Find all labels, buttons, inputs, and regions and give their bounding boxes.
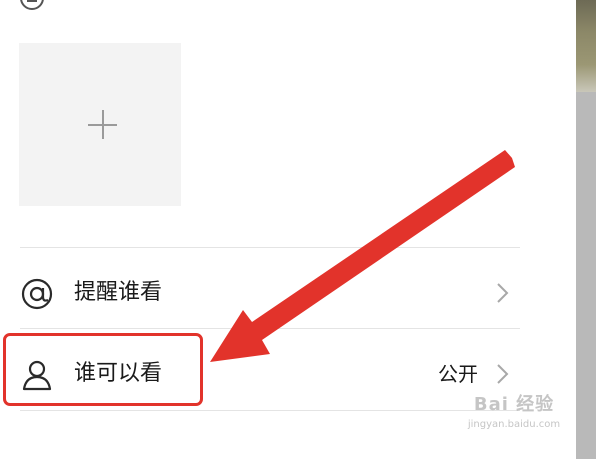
watermark: Bai 经验 jingyan.baidu.com — [452, 392, 576, 442]
watermark-brand: Bai 经验 — [473, 394, 555, 415]
annotation-arrow-icon — [210, 150, 515, 362]
watermark-url: jingyan.baidu.com — [467, 419, 561, 430]
